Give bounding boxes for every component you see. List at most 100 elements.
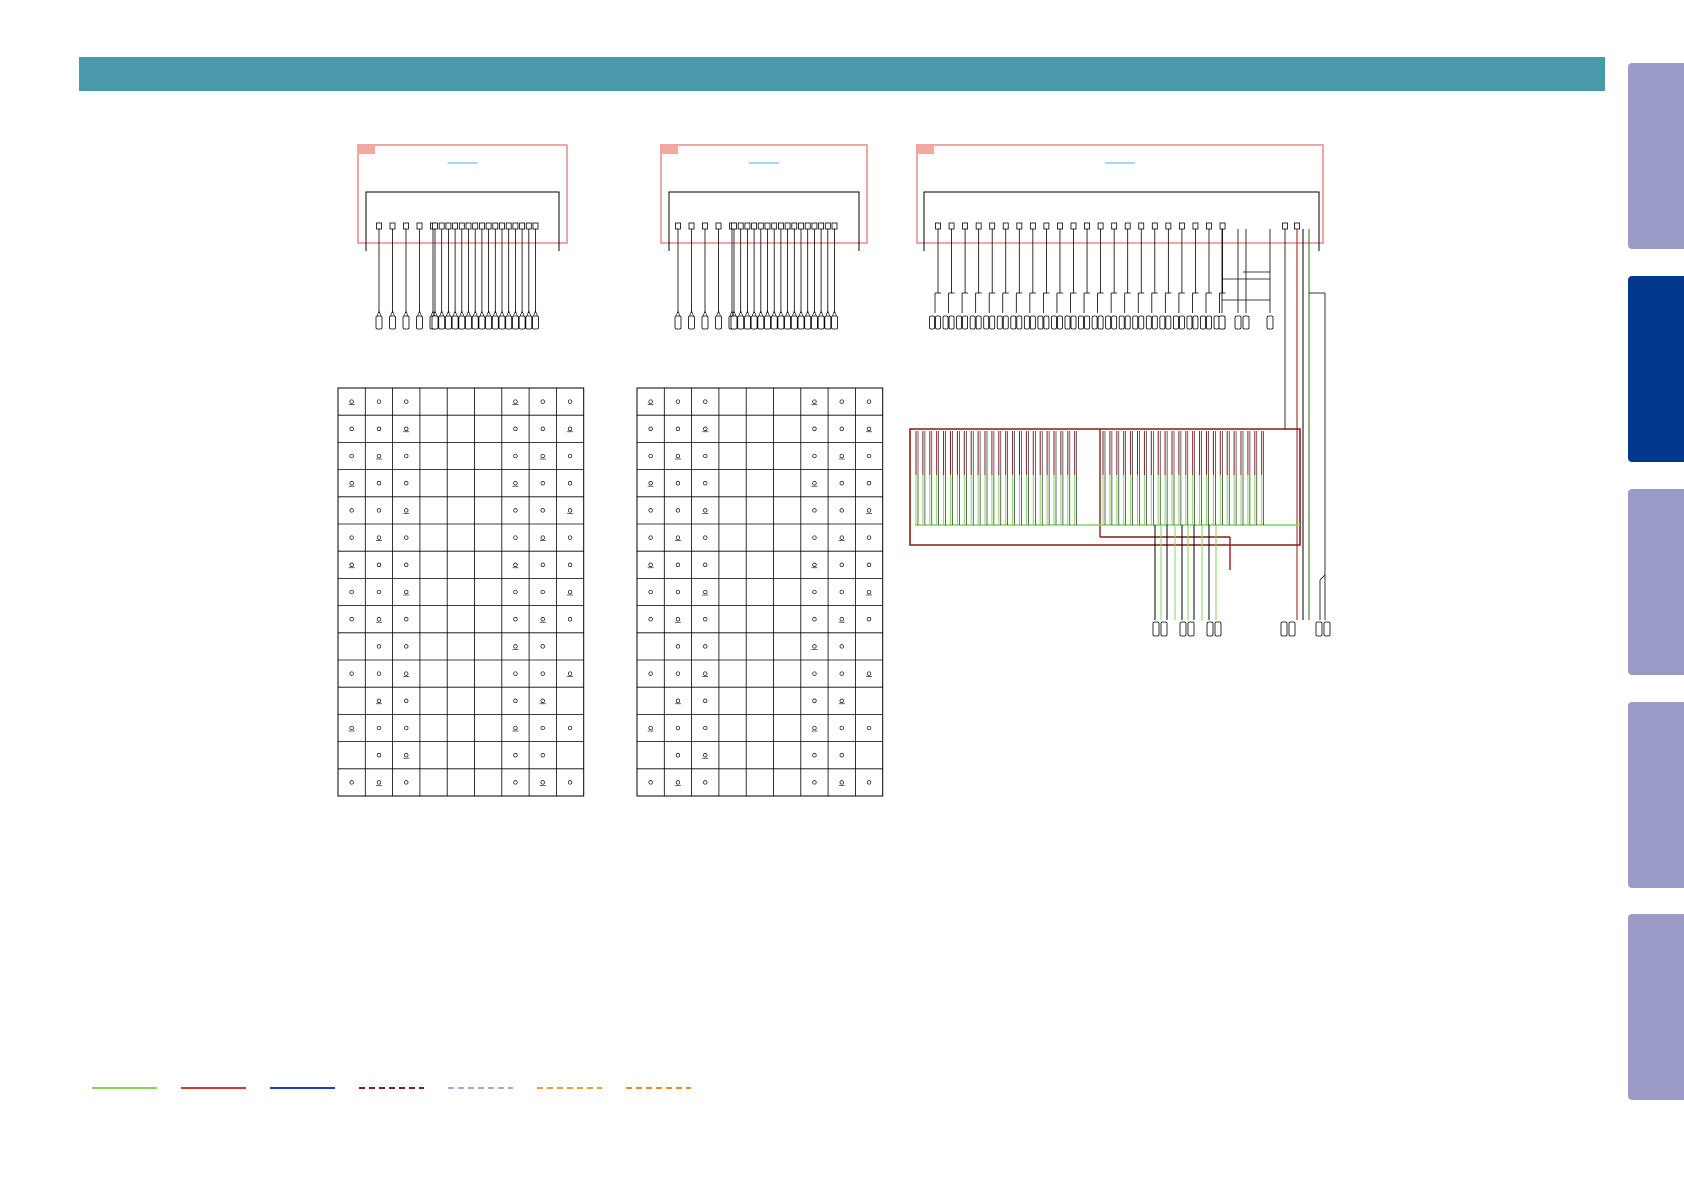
module-c-terminal <box>1179 315 1185 330</box>
table-a-table-symbol <box>404 617 409 622</box>
module-b-pin-top <box>784 222 791 230</box>
module-c-pin-top <box>1016 222 1023 230</box>
module-b-terminal-cap <box>792 310 797 317</box>
table-a-table-symbol <box>376 562 382 567</box>
table-b-table-symbol <box>675 426 681 431</box>
table-b-table-symbol <box>866 617 872 622</box>
module-a-terminal-cap <box>513 310 518 317</box>
module-c-terminal <box>1118 315 1125 330</box>
module-c-terminal <box>1023 315 1030 330</box>
module-c-terminal <box>1124 315 1131 330</box>
module-c-terminal <box>1192 315 1199 330</box>
module-b-terminal-cap <box>765 310 770 317</box>
module-b-terminal-cap <box>745 310 750 317</box>
table-b-table-symbol <box>866 426 872 431</box>
table-b-table-symbol <box>839 508 844 513</box>
module-b-terminal <box>750 315 758 330</box>
module-b-terminal <box>701 315 709 330</box>
module-b-connector-outline <box>668 191 860 251</box>
module-c-pin-top <box>1097 222 1104 230</box>
bus-terminal <box>1160 621 1168 637</box>
module-a-terminal <box>375 315 383 330</box>
module-c-pin-top <box>1219 222 1226 230</box>
table-a-table-symbol <box>513 753 518 758</box>
module-c-terminal <box>1138 315 1145 330</box>
table-b-table-symbol <box>812 426 817 431</box>
table-a-table-symbol <box>567 617 573 622</box>
module-a-terminal-cap <box>479 310 485 317</box>
table-a-table-symbol <box>404 535 409 540</box>
module-b-terminal <box>804 315 812 330</box>
module-a-terminal <box>465 315 472 330</box>
module-c-terminal <box>1051 315 1057 330</box>
module-a-terminal <box>518 315 526 330</box>
table-a-table-symbol <box>349 508 354 513</box>
table-b-table-symbol <box>675 589 681 595</box>
table-a-table-symbol <box>540 508 545 513</box>
module-c-terminal <box>1159 315 1166 330</box>
module-a-terminal-cap <box>376 310 382 317</box>
table-b-table-symbol <box>648 589 653 595</box>
table-a-table-symbol <box>513 481 518 486</box>
module-b-terminal <box>797 315 805 330</box>
module-a-terminal <box>498 315 506 330</box>
table-b-table-symbol <box>866 453 872 459</box>
module-b-terminal <box>784 315 791 330</box>
module-c-terminal <box>969 315 976 330</box>
table-b-table-symbol <box>812 617 817 622</box>
module-b-terminal <box>737 315 745 330</box>
table-a-table-symbol <box>540 562 545 567</box>
table-b-table-symbol <box>675 644 681 649</box>
table-a-table-symbol <box>540 535 545 540</box>
module-c-terminal <box>996 315 1003 330</box>
module-c-terminal <box>1057 315 1063 330</box>
module-c-terminal <box>1097 315 1104 330</box>
module-a-pin-top <box>445 222 452 230</box>
module-c-terminal <box>962 315 968 330</box>
table-a-table-symbol <box>567 453 573 459</box>
module-c-terminal <box>1173 315 1179 330</box>
module-c-pin-top <box>1124 222 1131 230</box>
module-c-terminal <box>1165 315 1172 330</box>
module-b-terminal <box>777 315 785 330</box>
module-c-corner-tag <box>918 146 934 154</box>
module-c-pin-top <box>1057 222 1063 230</box>
module-c-pin-top <box>1029 222 1036 230</box>
table-b-table-symbol <box>675 481 681 486</box>
table-b-table-symbol <box>703 698 708 703</box>
module-c-terminal <box>1186 315 1193 330</box>
table-b-table-symbol <box>675 780 681 785</box>
table-a-table-symbol <box>404 725 409 731</box>
module-b-pin-top <box>798 222 804 230</box>
module-c-terminal <box>1070 315 1077 330</box>
module-b-terminal <box>744 315 751 330</box>
table-a-table-symbol <box>349 399 354 404</box>
table-b-table-symbol <box>703 508 708 513</box>
table-a-table-frame <box>337 387 585 797</box>
bus-terminal <box>1152 621 1160 637</box>
table-a-table-symbol <box>404 780 409 785</box>
table-a-table-symbol <box>349 780 354 785</box>
table-a-table-symbol <box>376 753 382 758</box>
module-a-terminal <box>458 315 466 330</box>
module-a-terminal-cap <box>499 310 505 317</box>
table-a-table-symbol <box>376 617 382 622</box>
table-a-table-symbol <box>540 481 545 486</box>
table-b-table-symbol <box>675 753 681 758</box>
table-a-table-symbol <box>376 780 382 785</box>
module-a-terminal <box>471 315 479 330</box>
module-a-pin-top <box>485 222 492 230</box>
module-a-terminal <box>451 315 459 330</box>
module-b-pin-top <box>688 222 695 230</box>
table-a-table-symbol <box>567 671 573 676</box>
table-a-table-symbol <box>349 671 354 676</box>
module-a-terminal <box>402 315 410 330</box>
table-a-table-symbol <box>540 780 545 785</box>
table-b-table-symbol <box>866 481 872 486</box>
table-a-table-symbol <box>404 698 409 703</box>
table-b-table-symbol <box>839 399 844 404</box>
module-c-terminal <box>989 315 996 330</box>
module-c-terminal <box>1145 315 1152 330</box>
table-b-table-symbol <box>839 562 844 567</box>
module-a-pin-top <box>525 222 532 230</box>
